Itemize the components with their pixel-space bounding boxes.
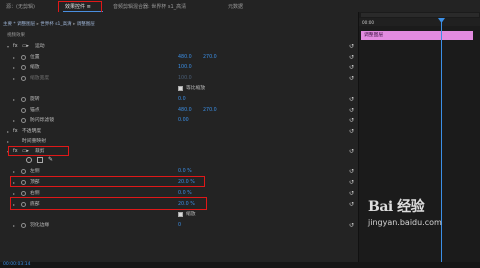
stopwatch-icon[interactable] <box>21 169 26 174</box>
property-value[interactable]: 0.00 <box>178 116 189 125</box>
timeline-scrollbar[interactable] <box>361 13 479 17</box>
stopwatch-icon[interactable] <box>21 108 26 113</box>
checkbox-label: 等比缩放 <box>186 86 206 91</box>
breadcrumb-master[interactable]: 主要 * 调整图层 <box>3 22 35 27</box>
breadcrumb-sequence[interactable]: 世界杯 s1_高清 <box>40 22 71 27</box>
expand-arrow-icon[interactable]: ▸ <box>13 167 15 176</box>
property-label: 缩放 <box>30 65 40 70</box>
property-label: 时间重映射 <box>22 139 46 144</box>
breadcrumb: 主要 * 调整图层 ▸ 世界杯 s1_高清 ▸ 调整图层 <box>3 21 358 29</box>
breadcrumb-separator: ▸ <box>36 22 39 27</box>
property-label: 运动 <box>35 44 45 49</box>
property-value-y[interactable]: 270.0 <box>203 53 217 62</box>
pen-mask-icon[interactable]: ✎ <box>48 156 53 163</box>
property-row[interactable]: 缩放 <box>0 210 358 219</box>
property-row[interactable]: ▸ 位置 480.0 270.0 <box>0 53 358 62</box>
reset-parameter-icon[interactable]: ↺ <box>348 96 355 103</box>
watermark: Bai 经验 jingyan.baidu.com <box>366 196 476 256</box>
checkbox[interactable] <box>178 212 183 217</box>
property-label: 羽化边缘 <box>30 223 50 228</box>
property-label: 旋转 <box>30 97 40 102</box>
property-row[interactable]: ▸ 缩放 100.0 <box>0 63 358 72</box>
property-value-y[interactable]: 270.0 <box>203 106 217 115</box>
property-row[interactable]: ▸ 时间重映射 <box>0 137 358 146</box>
property-value[interactable]: 0 <box>178 221 181 230</box>
checkbox-label: 缩放 <box>186 212 196 217</box>
stopwatch-icon[interactable] <box>21 191 26 196</box>
property-label: 不透明度 <box>22 129 42 134</box>
tab-metadata[interactable]: 元数据 <box>228 3 243 11</box>
timeline-clip[interactable]: 调整图层 <box>361 31 473 40</box>
reset-parameter-icon[interactable]: ↺ <box>348 117 355 124</box>
property-value[interactable]: 100.0 <box>178 63 192 72</box>
reset-parameter-icon[interactable]: ↺ <box>348 107 355 114</box>
rectangle-mask-icon[interactable] <box>37 157 43 163</box>
reset-parameter-icon[interactable]: ↺ <box>348 168 355 175</box>
ruler-time-label: 00:00 <box>362 20 375 25</box>
stopwatch-icon[interactable] <box>21 76 26 81</box>
stopwatch-icon[interactable] <box>21 223 26 228</box>
reset-parameter-icon[interactable]: ↺ <box>348 190 355 197</box>
property-value[interactable]: 0.0 <box>178 95 186 104</box>
checkbox[interactable] <box>178 86 183 91</box>
property-row[interactable]: ▸ 旋转 0.0 <box>0 95 358 104</box>
section-header-video-effects: 视频效果 <box>7 33 25 38</box>
reset-parameter-icon[interactable]: ↺ <box>348 148 355 155</box>
property-row[interactable]: ▸ 防闪烁滤镜 0.00 <box>0 116 358 125</box>
fx-toggle-icon[interactable]: fx <box>13 42 18 51</box>
property-row[interactable]: ▸ 缩放宽度 100.0 <box>0 74 358 83</box>
tab-source[interactable]: 源：(无剪辑) <box>6 3 35 11</box>
timecode[interactable]: 00:00:03:14 <box>3 262 30 268</box>
expand-arrow-icon[interactable]: ▸ <box>7 127 9 136</box>
property-row[interactable]: 等比缩放 <box>0 84 358 93</box>
reset-parameter-icon[interactable]: ↺ <box>348 64 355 71</box>
highlight-box-bottom <box>10 197 207 210</box>
expand-arrow-icon[interactable]: ▸ <box>13 95 15 104</box>
reset-parameter-icon[interactable]: ↺ <box>348 128 355 135</box>
time-ruler[interactable] <box>359 18 480 26</box>
stopwatch-icon[interactable] <box>21 118 26 123</box>
property-value[interactable]: 480.0 <box>178 53 192 62</box>
expand-arrow-icon[interactable]: ▸ <box>13 53 15 62</box>
expand-arrow-icon[interactable]: ▸ <box>7 137 9 146</box>
watermark-brand: Bai 经验 <box>368 199 425 215</box>
reset-parameter-icon[interactable]: ↺ <box>348 222 355 229</box>
expand-arrow-icon[interactable]: ▸ <box>13 221 15 230</box>
property-label: 位置 <box>30 55 40 60</box>
watermark-url: jingyan.baidu.com <box>368 218 442 227</box>
status-bar: 00:00:03:14 <box>0 262 480 268</box>
highlight-box-crop <box>8 146 69 156</box>
property-row[interactable]: 锚点 480.0 270.0 <box>0 106 358 115</box>
property-row[interactable]: ▸ 羽化边缘 0 <box>0 221 358 230</box>
reset-parameter-icon[interactable]: ↺ <box>348 54 355 61</box>
property-label: 锚点 <box>30 108 40 113</box>
breadcrumb-separator: ▸ <box>73 22 76 27</box>
property-value[interactable]: 480.0 <box>178 106 192 115</box>
property-label: 左侧 <box>30 169 40 174</box>
property-row[interactable]: ▸ fx 不透明度 <box>0 127 358 136</box>
property-row[interactable]: ▾ fx ▭▸ 运动 <box>0 42 358 51</box>
reset-parameter-icon[interactable]: ↺ <box>348 201 355 208</box>
breadcrumb-clip[interactable]: 调整图层 <box>77 22 95 27</box>
ellipse-mask-icon[interactable] <box>26 157 32 163</box>
highlight-box-top <box>10 176 205 187</box>
stopwatch-icon[interactable] <box>21 65 26 70</box>
reset-parameter-icon[interactable]: ↺ <box>348 75 355 82</box>
property-row[interactable]: ▸ 左侧 0.0 % <box>0 167 358 176</box>
expand-arrow-icon[interactable]: ▸ <box>13 116 15 125</box>
expand-arrow-icon[interactable]: ▸ <box>13 63 15 72</box>
reset-parameter-icon[interactable]: ↺ <box>348 179 355 186</box>
fx-toggle-icon[interactable]: fx <box>13 127 18 136</box>
property-value[interactable]: 100.0 <box>178 74 192 83</box>
transform-icon: ▭▸ <box>22 44 29 49</box>
property-value[interactable]: 0.0 % <box>178 167 192 176</box>
property-label: 缩放宽度 <box>30 76 50 81</box>
property-label: 防闪烁滤镜 <box>30 118 54 123</box>
reset-parameter-icon[interactable]: ↺ <box>348 43 355 50</box>
stopwatch-icon[interactable] <box>21 97 26 102</box>
stopwatch-icon[interactable] <box>21 55 26 60</box>
tab-audio-clip-mixer[interactable]: 音频剪辑混合器: 世界杯 s1_高清 <box>113 3 186 11</box>
expand-arrow-icon[interactable]: ▸ <box>13 74 15 83</box>
expand-arrow-icon[interactable]: ▾ <box>7 42 9 51</box>
